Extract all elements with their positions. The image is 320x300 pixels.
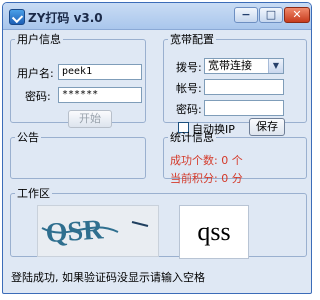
user-info-group: 用户信息 用户名: peek1 密码: ****** 开始	[10, 31, 146, 128]
stats-legend: 统计信息	[170, 131, 214, 144]
account-label: 帐号:	[176, 82, 202, 95]
password-input[interactable]: ******	[58, 87, 142, 103]
recognition-result: qss	[179, 205, 249, 259]
dial-select[interactable]: 宽带连接 ▼	[204, 58, 284, 74]
notice-legend: 公告	[17, 131, 39, 144]
dial-select-value: 宽带连接	[208, 59, 252, 72]
current-score: 当前积分: 0 分	[170, 172, 243, 185]
captcha-image: QSR	[37, 205, 159, 257]
captcha-graphic: QSR	[41, 214, 149, 249]
status-bar: 登陆成功, 如果验证码没显示请输入空格	[3, 261, 311, 293]
minimize-button[interactable]: −	[234, 7, 258, 23]
password-label: 密码:	[25, 90, 51, 103]
app-window: ZY打码 v3.0 − □ ✕ 用户信息 用户名: peek1 密码: ****…	[2, 2, 312, 294]
broadband-password-input[interactable]	[204, 100, 284, 116]
stats-group: 统计信息 成功个数: 0 个 当前积分: 0 分	[163, 129, 307, 185]
broadband-password-label: 密码:	[176, 103, 202, 116]
work-area-legend: 工作区	[17, 187, 50, 200]
success-count: 成功个数: 0 个	[170, 154, 243, 167]
maximize-button[interactable]: □	[259, 7, 283, 23]
account-input[interactable]	[204, 79, 284, 95]
status-message: 登陆成功, 如果验证码没显示请输入空格	[11, 271, 205, 284]
username-label: 用户名:	[17, 67, 54, 80]
notice-group: 公告	[10, 129, 146, 179]
app-icon	[9, 9, 25, 25]
user-info-legend: 用户信息	[17, 33, 61, 46]
start-button[interactable]: 开始	[68, 110, 112, 128]
dial-label: 拨号:	[176, 61, 202, 74]
chevron-down-icon: ▼	[268, 59, 283, 73]
title-bar[interactable]: ZY打码 v3.0 − □ ✕	[3, 3, 311, 30]
captcha-noise-mark	[131, 221, 149, 227]
broadband-legend: 宽带配置	[170, 33, 214, 46]
broadband-config-group: 宽带配置 拨号: 宽带连接 ▼ 帐号: 密码: 自动换IP 保存	[163, 31, 307, 136]
close-button[interactable]: ✕	[284, 7, 310, 23]
work-area-group: 工作区 QSR qss	[10, 185, 307, 259]
username-input[interactable]: peek1	[58, 64, 142, 80]
window-title: ZY打码 v3.0	[28, 11, 103, 25]
